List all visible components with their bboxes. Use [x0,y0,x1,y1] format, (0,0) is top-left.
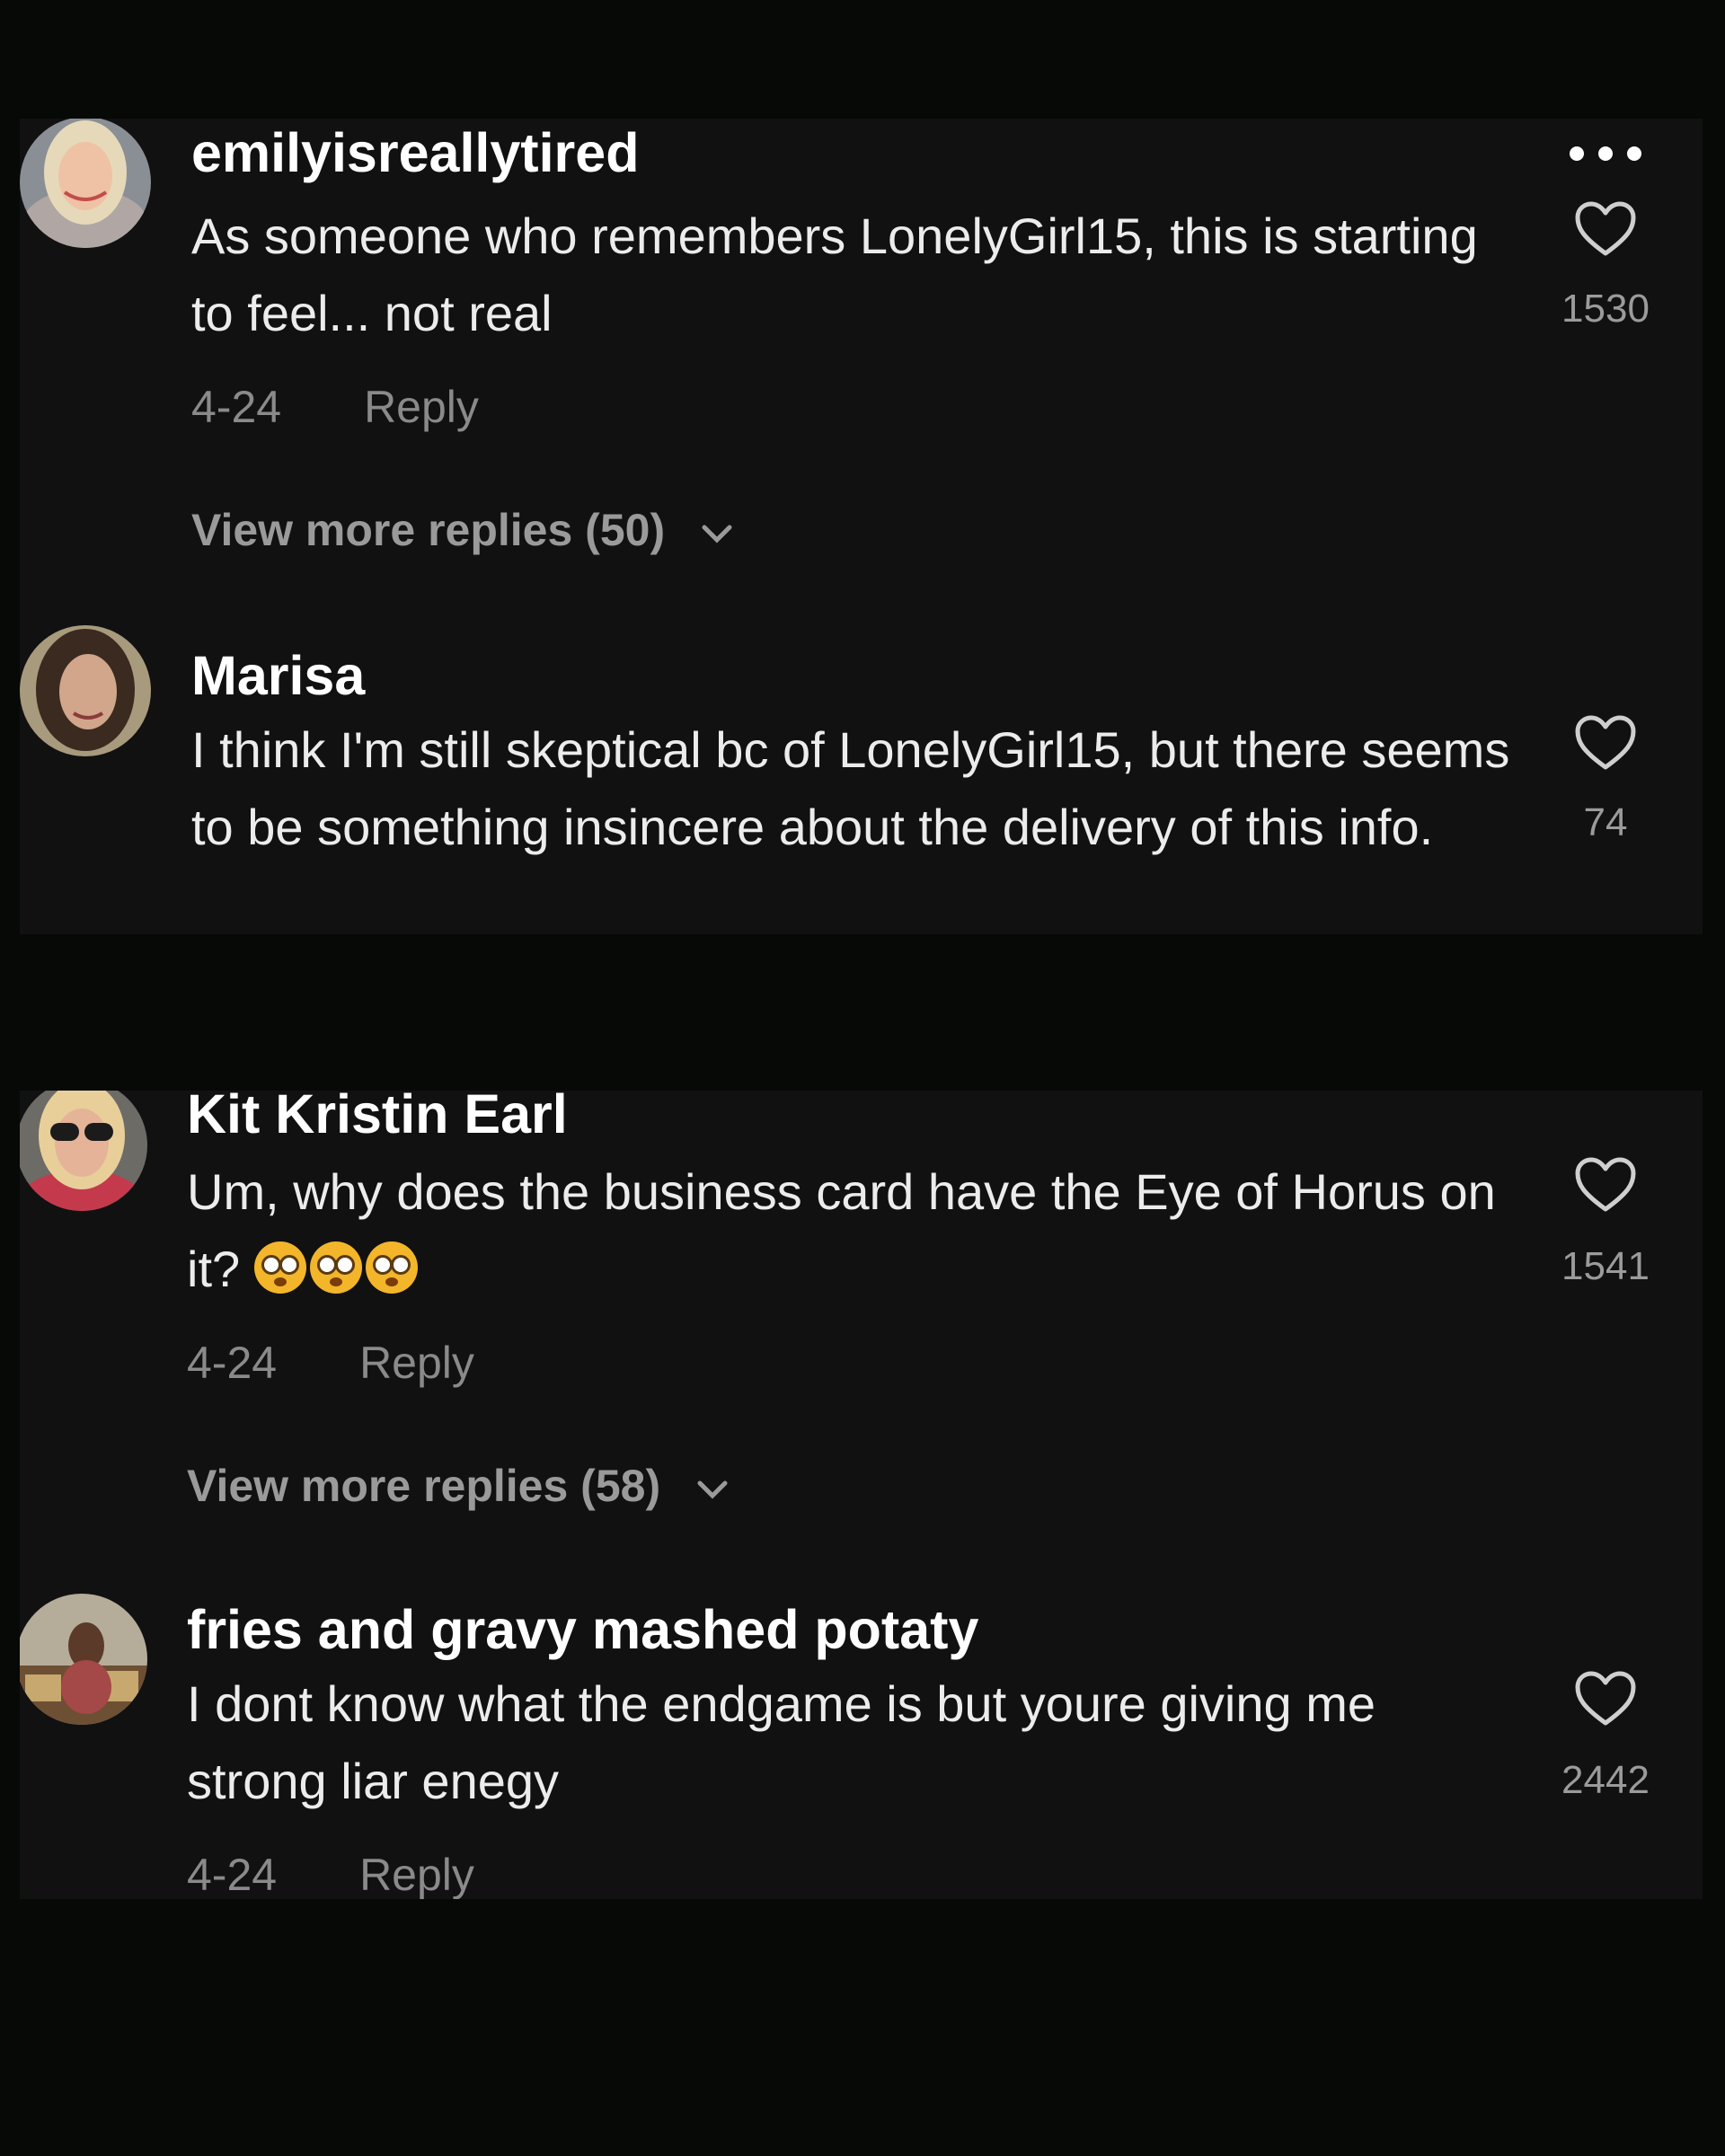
reply-button[interactable]: Reply [359,1850,474,1899]
comment-text: As someone who remembers LonelyGirl15, t… [191,208,1478,341]
like-count: 2442 [1561,1758,1650,1802]
comment-item: fries and gravy mashed potaty I dont kno… [20,1576,1703,1899]
comments-panel-bottom: Kit Kristin Earl Um, why does the busine… [20,1091,1703,1899]
comment-username[interactable]: Kit Kristin Earl [187,1091,568,1142]
comment-date: 4-24 [187,1850,278,1899]
flushed-face-icon [309,1241,362,1294]
comment-item: Marisa I think I'm still skeptical bc of… [20,622,1703,934]
heart-outline-icon[interactable] [1574,201,1637,259]
flushed-face-icon [253,1241,306,1294]
comment-username[interactable]: fries and gravy mashed potaty [187,1603,978,1657]
comment-item: emilyisreallytired As someone who rememb… [20,119,1703,622]
reply-button[interactable]: Reply [359,1338,474,1388]
comment-meta: 4-24 Reply [191,384,479,429]
comment-date: 4-24 [191,382,282,432]
avatar[interactable] [20,1594,147,1725]
flushed-face-icon [365,1241,418,1294]
comment-meta: 4-24 Reply [187,1340,474,1385]
comment-text: Um, why does the business card have the … [187,1153,1526,1308]
heart-outline-icon[interactable] [1574,715,1637,773]
flushed-face-emoji [253,1241,421,1297]
comment-item: Kit Kristin Earl Um, why does the busine… [20,1091,1703,1576]
chevron-down-icon [697,1480,728,1499]
like-count: 74 [1583,800,1628,844]
view-more-replies-button[interactable]: View more replies (50) [191,508,733,552]
view-more-replies-label: View more replies (50) [191,505,666,555]
view-more-replies-label: View more replies (58) [187,1461,661,1511]
comment-text: I think I'm still skeptical bc of Lonely… [191,721,1510,855]
comment-username[interactable]: Marisa [191,649,365,703]
avatar[interactable] [20,625,151,756]
more-options-icon[interactable] [1567,144,1644,163]
like-count: 1541 [1561,1244,1650,1288]
view-more-replies-button[interactable]: View more replies (58) [187,1463,729,1508]
comment-text: I dont know what the endgame is but your… [187,1675,1376,1809]
heart-outline-icon[interactable] [1574,1157,1637,1215]
comments-panel-top: emilyisreallytired As someone who rememb… [20,119,1703,934]
comment-date: 4-24 [187,1338,278,1388]
avatar[interactable] [20,1091,147,1211]
like-count: 1530 [1561,287,1650,331]
comment-meta: 4-24 Reply [187,1852,474,1897]
reply-button[interactable]: Reply [364,382,479,432]
avatar[interactable] [20,119,151,248]
chevron-down-icon [702,525,732,543]
comment-username[interactable]: emilyisreallytired [191,126,639,181]
heart-outline-icon[interactable] [1574,1671,1637,1728]
